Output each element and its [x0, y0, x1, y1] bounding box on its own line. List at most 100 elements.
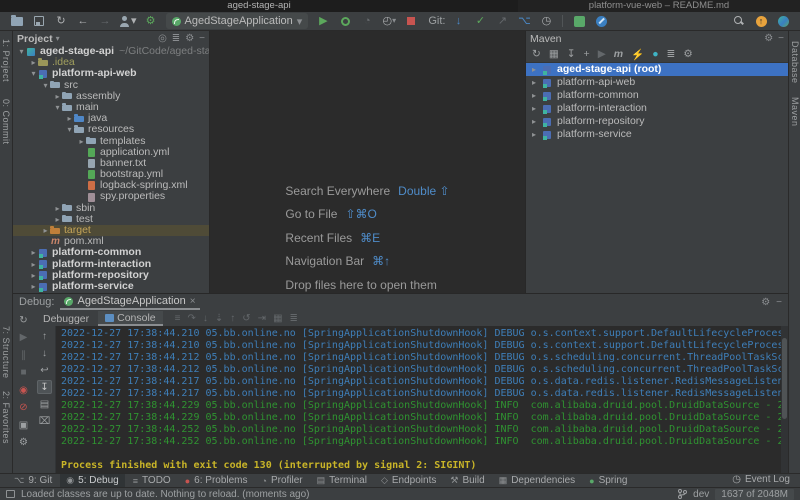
toolwindow-button[interactable]: ≡ TODO	[127, 474, 177, 487]
toolwindow-button[interactable]: ◉ 5: Debug	[60, 474, 124, 487]
maven-toolbar-icon[interactable]: ●	[652, 48, 658, 60]
tree-chevron-icon[interactable]: ▸	[41, 225, 50, 236]
run-button[interactable]: ▶	[315, 13, 331, 29]
gear-icon[interactable]: ⚙	[764, 33, 773, 44]
debug-action-icon[interactable]: ⚙	[16, 436, 31, 450]
event-log-button[interactable]: ◷ Event Log	[732, 474, 790, 485]
tree-row[interactable]: ▸ test	[13, 214, 209, 225]
tree-chevron-icon[interactable]: ▾	[17, 46, 26, 57]
stop-button[interactable]	[403, 13, 419, 29]
git-branch-button[interactable]: ⌥	[516, 13, 532, 29]
tree-chevron-icon[interactable]: ▸	[53, 91, 62, 102]
tree-chevron-icon[interactable]: ▸	[532, 115, 542, 128]
tree-row[interactable]: ▸ assembly	[13, 91, 209, 102]
git-branch-name[interactable]: dev	[693, 489, 709, 500]
maven-toolbar-icon[interactable]: m	[614, 48, 623, 60]
toolwindow-button[interactable]: ● Spring	[583, 474, 633, 487]
tree-chevron-icon[interactable]: ▸	[77, 136, 86, 147]
save-all-icon[interactable]	[31, 13, 47, 29]
sidebar-item-commit[interactable]: 0: Commit	[1, 99, 11, 145]
maven-toolbar-icon[interactable]: ⚡	[631, 48, 644, 61]
tab-debugger[interactable]: Debugger	[36, 311, 96, 326]
back-icon[interactable]: ←	[75, 13, 91, 29]
maven-toolbar-icon[interactable]: ⚙	[683, 48, 692, 60]
console-action-icon[interactable]: ↑	[37, 329, 52, 343]
plugin-blue-button[interactable]	[593, 13, 609, 29]
maven-toolbar-icon[interactable]: ↧	[567, 48, 576, 60]
tree-chevron-icon[interactable]: ▸	[53, 203, 62, 214]
rerun-button[interactable]: ◴▾	[381, 13, 397, 29]
tree-chevron-icon[interactable]: ▸	[532, 89, 542, 102]
tree-chevron-icon[interactable]: ▾	[65, 124, 74, 135]
debug-action-icon[interactable]: ■	[16, 366, 31, 380]
tree-chevron-icon[interactable]: ▸	[532, 63, 542, 76]
debug-action-icon[interactable]: ▶	[16, 331, 31, 345]
maven-tree-row[interactable]: ▸ platform-common	[526, 89, 788, 102]
tree-chevron-icon[interactable]: ▸	[29, 57, 38, 68]
maven-toolbar-icon[interactable]: +	[584, 48, 590, 60]
debug-step-icon[interactable]: ↓	[203, 313, 208, 324]
run-configuration-select[interactable]: AgedStageApplication ▾	[166, 13, 309, 29]
toolwindow-button[interactable]: ▦ Dependencies	[493, 474, 581, 487]
sidebar-item-favorites[interactable]: 2: Favorites	[1, 391, 11, 444]
search-everywhere-button[interactable]	[731, 13, 747, 29]
tree-chevron-icon[interactable]: ▸	[29, 247, 38, 258]
profiler-button[interactable]: ◔	[359, 13, 375, 29]
hide-panel-icon[interactable]: −	[776, 297, 782, 308]
hide-panel-icon[interactable]: −	[778, 33, 784, 44]
tree-row[interactable]: ▾ main	[13, 102, 209, 113]
sidebar-item-project[interactable]: 1: Project	[1, 39, 11, 82]
caret-down-icon[interactable]: ▾	[56, 34, 60, 43]
tree-row[interactable]: ▸ platform-service	[13, 281, 209, 292]
console-action-icon[interactable]: ↧	[37, 380, 52, 394]
console-scrollbar[interactable]	[781, 326, 788, 473]
debug-step-icon[interactable]: ⇥	[258, 313, 266, 324]
maven-toolbar-icon[interactable]: ↻	[532, 48, 541, 60]
maven-tree-row[interactable]: ▸ platform-interaction	[526, 102, 788, 115]
tree-chevron-icon[interactable]: ▸	[65, 113, 74, 124]
sidebar-item-database[interactable]: Database	[790, 41, 800, 84]
memory-indicator[interactable]: 1637 of 2048M	[715, 489, 794, 500]
toolwindow-button[interactable]: ⚒ Build	[444, 474, 490, 487]
debug-step-icon[interactable]: ▦	[273, 313, 282, 324]
tree-row[interactable]: ▸ platform-common	[13, 247, 209, 258]
scrollbar-thumb[interactable]	[782, 338, 787, 419]
hide-panel-icon[interactable]: −	[199, 33, 205, 44]
debug-step-icon[interactable]: ↷	[188, 313, 196, 324]
git-commit-button[interactable]: ✓	[472, 13, 488, 29]
git-update-button[interactable]: ↓	[450, 13, 466, 29]
maven-tree-row[interactable]: ▸ platform-service	[526, 128, 788, 141]
debug-action-icon[interactable]: ∥	[16, 348, 31, 362]
debug-action-icon[interactable]: ◉	[16, 383, 31, 397]
debug-action-icon[interactable]: ⊘	[16, 401, 31, 415]
tree-chevron-icon[interactable]: ▸	[532, 102, 542, 115]
git-push-button[interactable]: ↗	[494, 13, 510, 29]
sidebar-item-maven[interactable]: Maven	[790, 97, 800, 127]
console-action-icon[interactable]: ⌧	[37, 414, 52, 428]
maven-toolbar-icon[interactable]: ≣	[667, 48, 676, 60]
toolwindow-button[interactable]: ● 6: Problems	[179, 474, 254, 487]
history-button[interactable]: ◷	[538, 13, 554, 29]
tree-chevron-icon[interactable]: ▸	[532, 76, 542, 89]
maven-tree-row[interactable]: ▸ platform-api-web	[526, 76, 788, 89]
reload-status-icon[interactable]	[6, 490, 15, 498]
user-account-icon[interactable]: ▾	[119, 13, 137, 29]
plugin-green-button[interactable]	[571, 13, 587, 29]
tree-chevron-icon[interactable]: ▾	[29, 68, 38, 79]
sync-icon[interactable]: ↻	[53, 13, 69, 29]
debug-step-icon[interactable]: ≣	[290, 313, 298, 324]
close-icon[interactable]: ×	[190, 296, 196, 307]
toolwindow-button[interactable]: ▤ Terminal	[311, 474, 373, 487]
forward-icon[interactable]: →	[97, 13, 113, 29]
tree-row[interactable]: ▾ resources	[13, 124, 209, 135]
maven-toolbar-icon[interactable]: ▶	[598, 48, 606, 60]
debug-step-icon[interactable]: ↑	[230, 313, 235, 324]
maven-tree-row[interactable]: ▸ platform-repository	[526, 115, 788, 128]
console-output[interactable]: 2022-12-27 17:38:44.210 05.bb.online.no …	[55, 326, 788, 473]
tree-chevron-icon[interactable]: ▸	[29, 270, 38, 281]
collapse-all-icon[interactable]: ≣	[172, 33, 180, 44]
tree-row[interactable]: ▸ templates	[13, 136, 209, 147]
debug-session-tab[interactable]: AgedStageApplication ×	[60, 294, 199, 310]
tree-chevron-icon[interactable]: ▸	[53, 214, 62, 225]
maven-toolbar-icon[interactable]: ▦	[549, 48, 559, 60]
